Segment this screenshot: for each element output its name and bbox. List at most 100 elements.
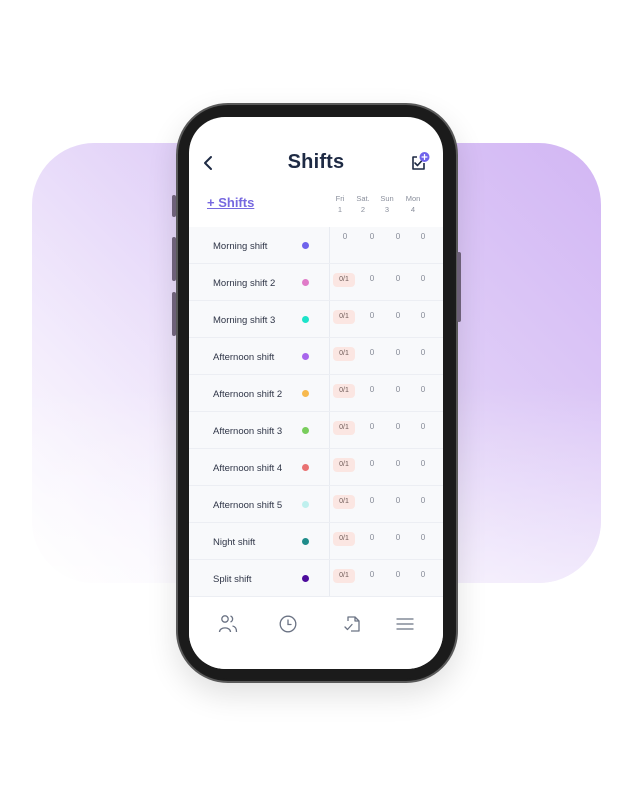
day-cell[interactable]: 0 [416, 533, 430, 542]
shift-row[interactable]: Afternoon shift 4 0/1 0 0 0 [189, 449, 443, 486]
nav-menu-button[interactable] [394, 613, 416, 635]
shift-row[interactable]: Night shift 0/1 0 0 0 [189, 523, 443, 560]
day-number: 4 [410, 205, 416, 214]
assign-shift-button[interactable] [409, 151, 431, 173]
staffing-badge[interactable]: 0/1 [333, 458, 355, 472]
shift-name: Morning shift 2 [213, 278, 276, 289]
shift-name: Morning shift [213, 241, 268, 252]
day-name: Sat. [356, 194, 370, 203]
day-cell[interactable]: 0 [365, 385, 379, 394]
day-cell[interactable]: 0 [365, 274, 379, 283]
shift-row[interactable]: Afternoon shift 0/1 0 0 0 [189, 338, 443, 375]
shift-name: Afternoon shift 5 [213, 500, 283, 511]
staffing-badge[interactable]: 0/1 [333, 495, 355, 509]
shift-row[interactable]: Morning shift 3 0/1 0 0 0 [189, 301, 443, 338]
day-cell[interactable]: 0 [391, 274, 405, 283]
clock-icon [279, 615, 297, 633]
day-cell[interactable]: 0 [365, 570, 379, 579]
day-cell[interactable]: 0 [365, 348, 379, 357]
shift-row[interactable]: Morning shift 0 0 0 0 [189, 227, 443, 264]
shift-color-dot [302, 279, 309, 286]
day-cell[interactable]: 0 [416, 385, 430, 394]
staffing-badge[interactable]: 0/1 [333, 310, 355, 324]
shift-name: Split shift [213, 574, 252, 585]
day-cell[interactable]: 0 [391, 311, 405, 320]
nav-team-button[interactable] [217, 613, 239, 635]
day-cell[interactable]: 0 [391, 232, 405, 241]
phone-screen: Shifts + Shifts Fri 1 Sat. 2 Sun 3 Mon 4 [189, 117, 443, 669]
shift-name: Afternoon shift 2 [213, 389, 283, 400]
day-cell[interactable]: 0 [416, 232, 430, 241]
day-cell[interactable]: 0 [338, 232, 352, 241]
shift-color-dot [302, 501, 309, 508]
day-number: 3 [384, 205, 390, 214]
day-cell[interactable]: 0 [391, 459, 405, 468]
shift-row[interactable]: Afternoon shift 3 0/1 0 0 0 [189, 412, 443, 449]
day-cell[interactable]: 0 [416, 311, 430, 320]
phone-volume-down-button [172, 292, 176, 336]
day-cell[interactable]: 0 [416, 570, 430, 579]
shift-color-dot [302, 390, 309, 397]
day-cell[interactable]: 0 [391, 385, 405, 394]
nav-time-button[interactable] [277, 613, 299, 635]
assign-shift-plus-icon [412, 152, 430, 170]
shift-name: Night shift [213, 537, 256, 548]
day-name: Mon [405, 194, 421, 203]
shift-name: Afternoon shift 4 [213, 463, 283, 474]
shift-row[interactable]: Morning shift 2 0/1 0 0 0 [189, 264, 443, 301]
staffing-badge[interactable]: 0/1 [333, 273, 355, 287]
day-header: Mon 4 [400, 193, 426, 215]
phone-power-button [457, 252, 461, 322]
day-header: Sat. 2 [350, 193, 376, 215]
day-cell[interactable]: 0 [391, 496, 405, 505]
day-cell[interactable]: 0 [416, 459, 430, 468]
shift-color-dot [302, 575, 309, 582]
day-cell[interactable]: 0 [391, 570, 405, 579]
day-cell[interactable]: 0 [365, 311, 379, 320]
day-cell[interactable]: 0 [365, 232, 379, 241]
day-header: Sun 3 [374, 193, 400, 215]
day-headers: Fri 1 Sat. 2 Sun 3 Mon 4 [329, 193, 439, 217]
menu-icon [396, 618, 414, 630]
add-shifts-link[interactable]: + Shifts [207, 195, 254, 210]
day-cell[interactable]: 0 [365, 496, 379, 505]
document-check-icon [344, 616, 360, 632]
day-cell[interactable]: 0 [416, 422, 430, 431]
shift-row[interactable]: Split shift 0/1 0 0 0 [189, 560, 443, 597]
top-bar: Shifts [189, 147, 443, 181]
shift-color-dot [302, 538, 309, 545]
day-cell[interactable]: 0 [391, 422, 405, 431]
day-cell[interactable]: 0 [416, 274, 430, 283]
shift-name: Morning shift 3 [213, 315, 276, 326]
day-cell[interactable]: 0 [365, 459, 379, 468]
day-cell[interactable]: 0 [365, 533, 379, 542]
bottom-navigation [189, 597, 443, 669]
day-cell[interactable]: 0 [416, 348, 430, 357]
staffing-badge[interactable]: 0/1 [333, 347, 355, 361]
shifts-table: Morning shift 0 0 0 0 Morning shift 2 0/1 0 0 0 Mo… [189, 227, 443, 597]
day-cell[interactable]: 0 [416, 496, 430, 505]
phone-mute-switch [172, 195, 176, 217]
day-cell[interactable]: 0 [365, 422, 379, 431]
page-title: Shifts [287, 151, 345, 173]
phone-volume-up-button [172, 237, 176, 281]
shift-color-dot [302, 353, 309, 360]
shift-row[interactable]: Afternoon shift 2 0/1 0 0 0 [189, 375, 443, 412]
shift-color-dot [302, 316, 309, 323]
shift-color-dot [302, 427, 309, 434]
day-cell[interactable]: 0 [391, 533, 405, 542]
day-name: Sun [380, 194, 394, 203]
shift-color-dot [302, 242, 309, 249]
staffing-badge[interactable]: 0/1 [333, 421, 355, 435]
team-icon [218, 615, 238, 633]
shift-name: Afternoon shift 3 [213, 426, 283, 437]
shift-row[interactable]: Afternoon shift 5 0/1 0 0 0 [189, 486, 443, 523]
staffing-badge[interactable]: 0/1 [333, 384, 355, 398]
shift-name: Afternoon shift [213, 352, 275, 363]
day-number: 2 [360, 205, 366, 214]
nav-shifts-button[interactable] [341, 613, 363, 635]
staffing-badge[interactable]: 0/1 [333, 569, 355, 583]
day-cell[interactable]: 0 [391, 348, 405, 357]
staffing-badge[interactable]: 0/1 [333, 532, 355, 546]
shift-color-dot [302, 464, 309, 471]
